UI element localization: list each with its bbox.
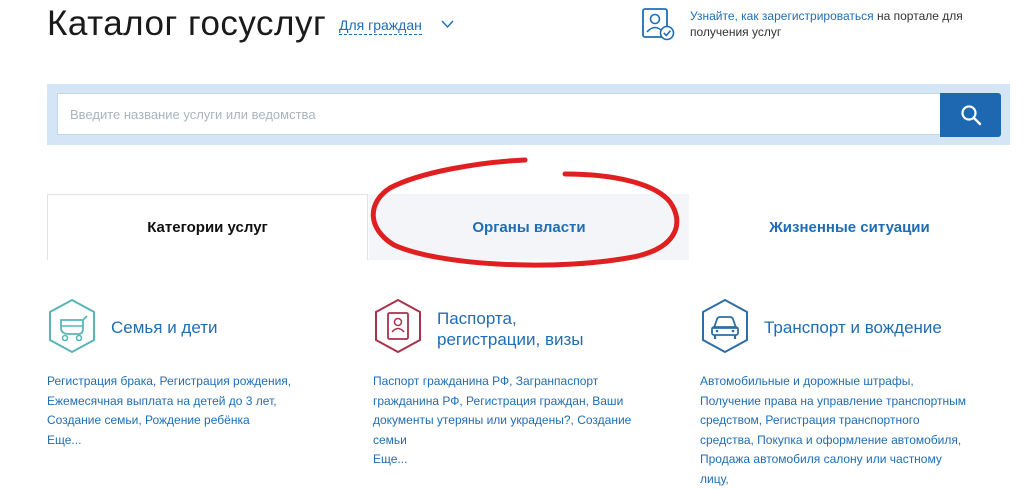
search-button[interactable] <box>940 93 1001 137</box>
more-link[interactable]: Еще... <box>47 431 317 451</box>
category-links-text[interactable]: Автомобильные и дорожные штрафы, Получен… <box>700 372 970 489</box>
tab-life-situations[interactable]: Жизненные ситуации <box>689 194 1010 260</box>
category-links: Автомобильные и дорожные штрафы, Получен… <box>700 372 970 489</box>
search-icon <box>960 105 981 126</box>
audience-selector[interactable]: Для граждан <box>339 17 422 35</box>
category-links-text[interactable]: Регистрация брака, Регистрация рождения,… <box>47 372 317 431</box>
category-links: Регистрация брака, Регистрация рождения,… <box>47 372 317 450</box>
category-links: Паспорт гражданина РФ, Загранпаспорт гра… <box>373 372 643 470</box>
category-links-text[interactable]: Паспорт гражданина РФ, Загранпаспорт гра… <box>373 372 643 450</box>
tab-service-categories[interactable]: Категории услуг <box>47 194 368 260</box>
page-title: Каталог госуслуг <box>47 4 327 43</box>
passport-icon <box>375 298 421 354</box>
more-link[interactable]: Еще... <box>373 450 643 470</box>
red-annotation-oval <box>370 157 680 268</box>
category-title[interactable]: Транспорт и вождение <box>764 317 942 338</box>
user-profile-icon <box>642 8 675 41</box>
car-icon <box>702 298 748 354</box>
category-title[interactable]: Семья и дети <box>111 317 218 338</box>
chevron-down-icon[interactable] <box>441 20 454 29</box>
search-input[interactable] <box>57 93 941 135</box>
registration-link[interactable]: Узнайте, как зарегистрироваться <box>690 9 874 23</box>
registration-hint: Узнайте, как зарегистрироваться на порта… <box>690 8 990 40</box>
category-title-line2: регистрации, визы <box>437 330 584 349</box>
category-title[interactable]: Паспорта, регистрации, визы <box>437 308 584 350</box>
stroller-icon <box>49 298 95 354</box>
category-title-line1: Паспорта, <box>437 309 517 328</box>
